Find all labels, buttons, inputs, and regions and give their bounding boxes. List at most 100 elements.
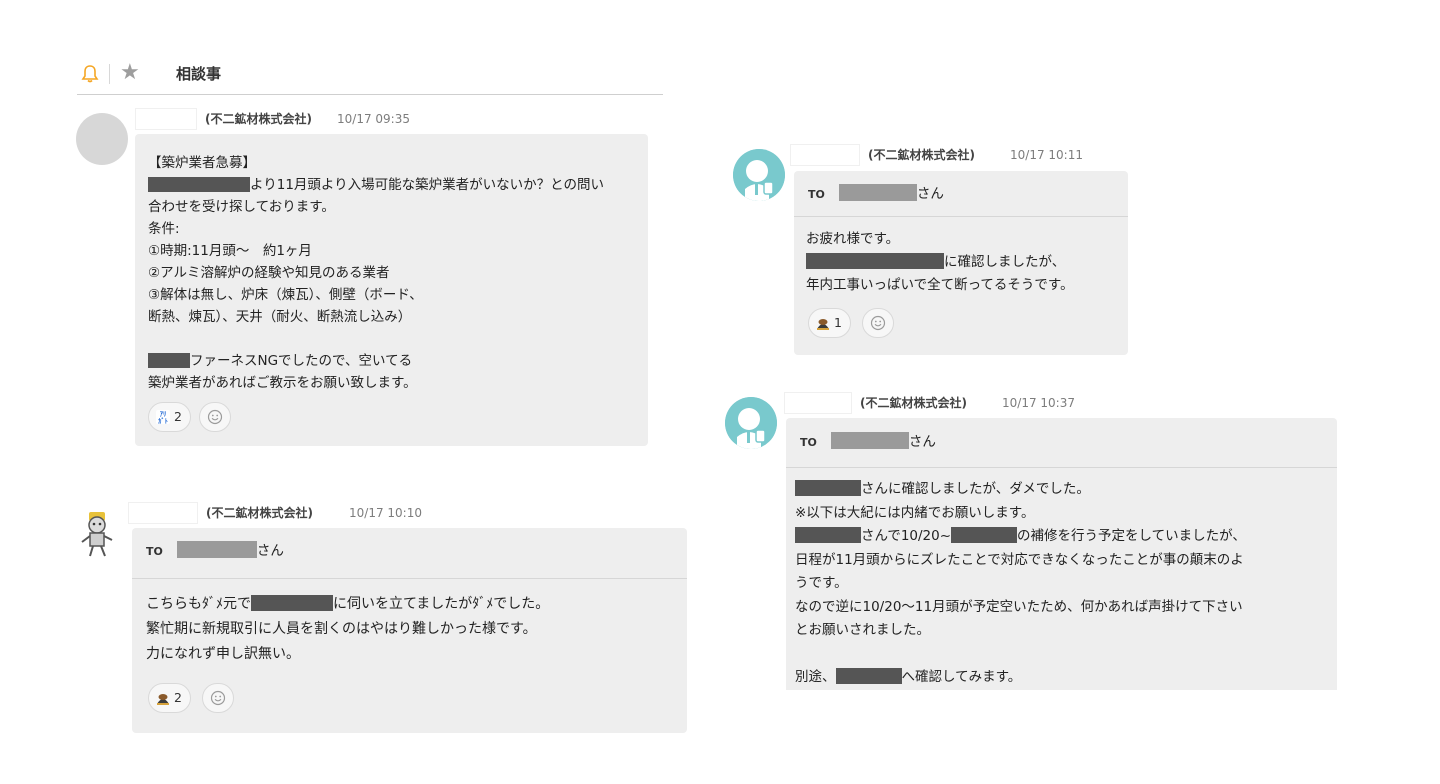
- sender-org: (不二鉱材株式会社): [860, 396, 967, 410]
- message-line: さんで10/20~ の補修を行う予定をしていましたが、: [795, 525, 1246, 549]
- message-line: ①時期:11月頭～ 約1ヶ月: [148, 243, 312, 259]
- message-line-blank: [148, 328, 604, 350]
- message-line: とお願いされました。: [795, 622, 930, 638]
- message-line: 別途、 へ確認してみます。: [795, 666, 1246, 690]
- smiley-icon: [210, 690, 226, 706]
- add-reaction-button[interactable]: [202, 683, 234, 713]
- bow-reaction-icon: [817, 319, 829, 330]
- message-timestamp: 10/17 10:11: [1010, 148, 1083, 162]
- message-text: に伺いを立てましたがﾀﾞﾒでした。: [333, 596, 550, 612]
- message-body: 【築炉業者急募】 より11月頭より入場可能な築炉業者がいないか？との問い 合わせ…: [148, 152, 604, 394]
- to-tag: TO: [800, 436, 817, 449]
- smiley-icon: [870, 315, 886, 331]
- message-line: なので逆に10/20～11月頭が予定空いたため、何かあれば声掛けて下さい: [795, 598, 1243, 615]
- message-line: 条件:: [148, 221, 180, 237]
- to-suffix: さん: [916, 186, 944, 202]
- message-timestamp: 10/17 09:35: [337, 112, 410, 126]
- message-timestamp: 10/17 10:10: [349, 506, 422, 520]
- message-text: に確認しましたが、: [944, 254, 1066, 270]
- to-suffix: さん: [908, 434, 936, 450]
- reaction-chip[interactable]: 1: [808, 308, 851, 338]
- add-reaction-button[interactable]: [199, 402, 231, 432]
- message-line: うです。: [795, 575, 848, 591]
- reaction-count: 2: [174, 409, 182, 424]
- sender-name-hidden[interactable]: [784, 392, 852, 414]
- message-bubble: 【築炉業者急募】 より11月頭より入場可能な築炉業者がいないか？との問い 合わせ…: [135, 134, 648, 446]
- avatar[interactable]: [725, 397, 777, 449]
- redacted-text: [251, 595, 333, 611]
- message-text: の補修を行う予定をしていましたが、: [1017, 528, 1246, 544]
- sender-org: (不二鉱材株式会社): [206, 506, 313, 520]
- redacted-name: [830, 432, 909, 449]
- message-line: ③解体は無し、炉床（煉瓦）、側壁（ボード、: [148, 287, 423, 303]
- to-tag: TO: [146, 545, 163, 558]
- star-icon[interactable]: ★: [120, 61, 140, 85]
- message-line: ※以下は大紀には内緒でお願いします。: [795, 504, 1035, 521]
- sender-name-hidden[interactable]: [128, 502, 198, 524]
- message-timestamp: 10/17 10:37: [1002, 396, 1075, 410]
- redacted-name: [838, 184, 917, 201]
- message-body: こちらもﾀﾞﾒ元で に伺いを立てましたがﾀﾞﾒでした。 繁忙期に新規取引に人員を割…: [146, 592, 549, 667]
- to-divider: [132, 578, 687, 579]
- to-divider: [794, 216, 1128, 217]
- redacted-text: [835, 668, 902, 684]
- avatar[interactable]: [78, 510, 118, 558]
- message-bubble: TO さん お疲れ様です。 に確認しましたが、 年内工事いっぱいで全て断ってるそう…: [794, 171, 1128, 355]
- reaction-count: 2: [174, 690, 182, 705]
- message-text: より11月頭より入場可能な築炉業者がいないか？との問い: [250, 177, 605, 193]
- message-body: さんに確認しましたが、ダメでした。 ※以下は大紀には内緒でお願いします。 さんで…: [795, 478, 1246, 690]
- bell-icon[interactable]: [80, 64, 100, 84]
- redacted-text: [806, 253, 944, 269]
- redacted-name: [176, 541, 257, 558]
- message-line: より11月頭より入場可能な築炉業者がいないか？との問い: [148, 174, 604, 196]
- message-line: こちらもﾀﾞﾒ元で に伺いを立てましたがﾀﾞﾒでした。: [146, 592, 549, 617]
- message-text: 別途、: [795, 669, 836, 685]
- smiley-icon: [207, 409, 223, 425]
- message-line: 年内工事いっぱいで全て断ってるそうです。: [806, 277, 1074, 293]
- header-separator: [109, 64, 110, 84]
- header-divider: [77, 94, 663, 95]
- message-text: へ確認してみます。: [901, 669, 1022, 685]
- message-line: 力になれず申し訳無い。: [146, 646, 300, 662]
- to-mention[interactable]: TO さん: [808, 184, 944, 205]
- room-title: 相談事: [176, 65, 222, 83]
- redacted-text: [148, 177, 250, 192]
- sender-name-hidden[interactable]: [135, 108, 197, 130]
- message-body: お疲れ様です。 に確認しましたが、 年内工事いっぱいで全て断ってるそうです。: [806, 228, 1074, 297]
- avatar[interactable]: [76, 113, 128, 165]
- avatar[interactable]: [733, 149, 785, 201]
- message-line: さんに確認しましたが、ダメでした。: [795, 478, 1246, 502]
- to-mention[interactable]: TO さん: [146, 541, 284, 562]
- bow-reaction-icon: [157, 694, 169, 705]
- redacted-text: [795, 527, 861, 543]
- message-text: さんで10/20~: [861, 528, 952, 544]
- message-bubble: TO さん さんに確認しましたが、ダメでした。 ※以下は大紀には内緒でお願いします…: [786, 418, 1337, 690]
- add-reaction-button[interactable]: [862, 308, 894, 338]
- svg-text:ｶﾞﾄ: ｶﾞﾄ: [158, 416, 168, 425]
- message-line: ②アルミ溶解炉の経験や知見のある業者: [148, 265, 390, 281]
- redacted-text: [951, 527, 1018, 543]
- to-mention[interactable]: TO さん: [800, 432, 936, 453]
- message-bubble: TO さん こちらもﾀﾞﾒ元で に伺いを立てましたがﾀﾞﾒでした。 繁忙期に新規取引…: [132, 528, 687, 733]
- to-divider: [786, 467, 1337, 468]
- reaction-chip[interactable]: ｱﾘ ｶﾞﾄ 2: [148, 402, 191, 432]
- message-line: 断熱、煉瓦）、天井（耐火、断熱流し込み）: [148, 309, 412, 325]
- message-line: 繁忙期に新規取引に人員を割くのはやはり難しかった様です。: [146, 621, 537, 637]
- reaction-count: 1: [834, 315, 842, 330]
- sender-name-hidden[interactable]: [790, 144, 860, 166]
- sender-org: (不二鉱材株式会社): [868, 148, 975, 162]
- message-line: お疲れ様です。: [806, 231, 900, 247]
- please-reaction-icon: ｱﾘ ｶﾞﾄ: [156, 410, 170, 425]
- message-line: 合わせを受け探しております。: [148, 199, 335, 215]
- message-line: ファーネスNGでしたので、空いてる: [148, 350, 604, 372]
- message-text: さんに確認しましたが、ダメでした。: [861, 481, 1090, 497]
- to-suffix: さん: [256, 543, 284, 559]
- message-text: ファーネスNGでしたので、空いてる: [190, 353, 413, 369]
- sender-org: (不二鉱材株式会社): [205, 112, 312, 126]
- to-tag: TO: [808, 188, 825, 201]
- reaction-chip[interactable]: 2: [148, 683, 191, 713]
- redacted-text: [795, 480, 861, 496]
- message-line: 日程が11月頭からにズレたことで対応できなくなったことが事の顛末のよ: [795, 551, 1244, 568]
- redacted-text: [148, 353, 190, 368]
- message-line: 築炉業者があればご教示をお願い致します。: [148, 375, 417, 391]
